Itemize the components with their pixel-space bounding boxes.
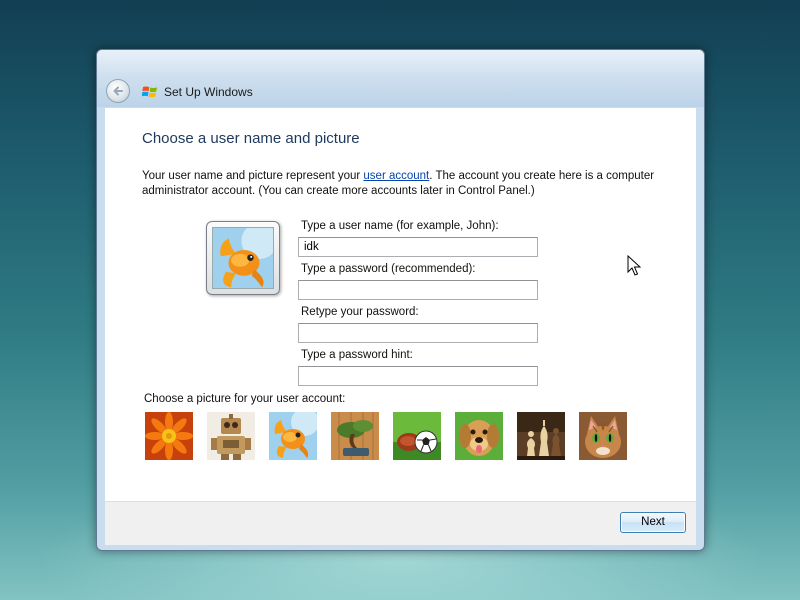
page-heading: Choose a user name and picture	[142, 130, 360, 147]
choose-picture-label: Choose a picture for your user account:	[144, 393, 346, 405]
content-area: Choose a user name and picture Your user…	[105, 108, 696, 501]
description-text-1: Your user name and picture represent you…	[142, 170, 364, 182]
mouse-pointer-icon	[627, 255, 641, 276]
preview-goldfish-image	[212, 227, 274, 289]
page-description: Your user name and picture represent you…	[142, 169, 662, 199]
window-title: Set Up Windows	[164, 85, 253, 99]
windows-logo-icon	[142, 86, 157, 98]
back-arrow-icon	[113, 86, 123, 96]
next-button[interactable]: Next	[620, 512, 686, 533]
setup-window: Set Up Windows Choose a user name and pi…	[96, 49, 705, 551]
back-button[interactable]	[106, 79, 130, 103]
picture-chess[interactable]	[517, 412, 565, 460]
picture-bonsai[interactable]	[331, 412, 379, 460]
username-label: Type a user name (for example, John):	[301, 220, 499, 232]
username-input[interactable]	[298, 237, 538, 257]
picture-soccer-ball[interactable]	[393, 412, 441, 460]
password-label: Type a password (recommended):	[301, 263, 476, 275]
picture-kitten[interactable]	[579, 412, 627, 460]
title-bar: Set Up Windows	[97, 50, 704, 107]
password-hint-label: Type a password hint:	[301, 349, 413, 361]
user-account-link[interactable]: user account	[363, 170, 429, 182]
picture-dog[interactable]	[455, 412, 503, 460]
footer-bar: Next	[105, 501, 696, 545]
password-hint-input[interactable]	[298, 366, 538, 386]
picture-flower[interactable]	[145, 412, 193, 460]
password-input[interactable]	[298, 280, 538, 300]
picture-goldfish[interactable]	[269, 412, 317, 460]
picture-robot[interactable]	[207, 412, 255, 460]
selected-picture-preview	[206, 221, 280, 295]
retype-password-label: Retype your password:	[301, 306, 419, 318]
retype-password-input[interactable]	[298, 323, 538, 343]
